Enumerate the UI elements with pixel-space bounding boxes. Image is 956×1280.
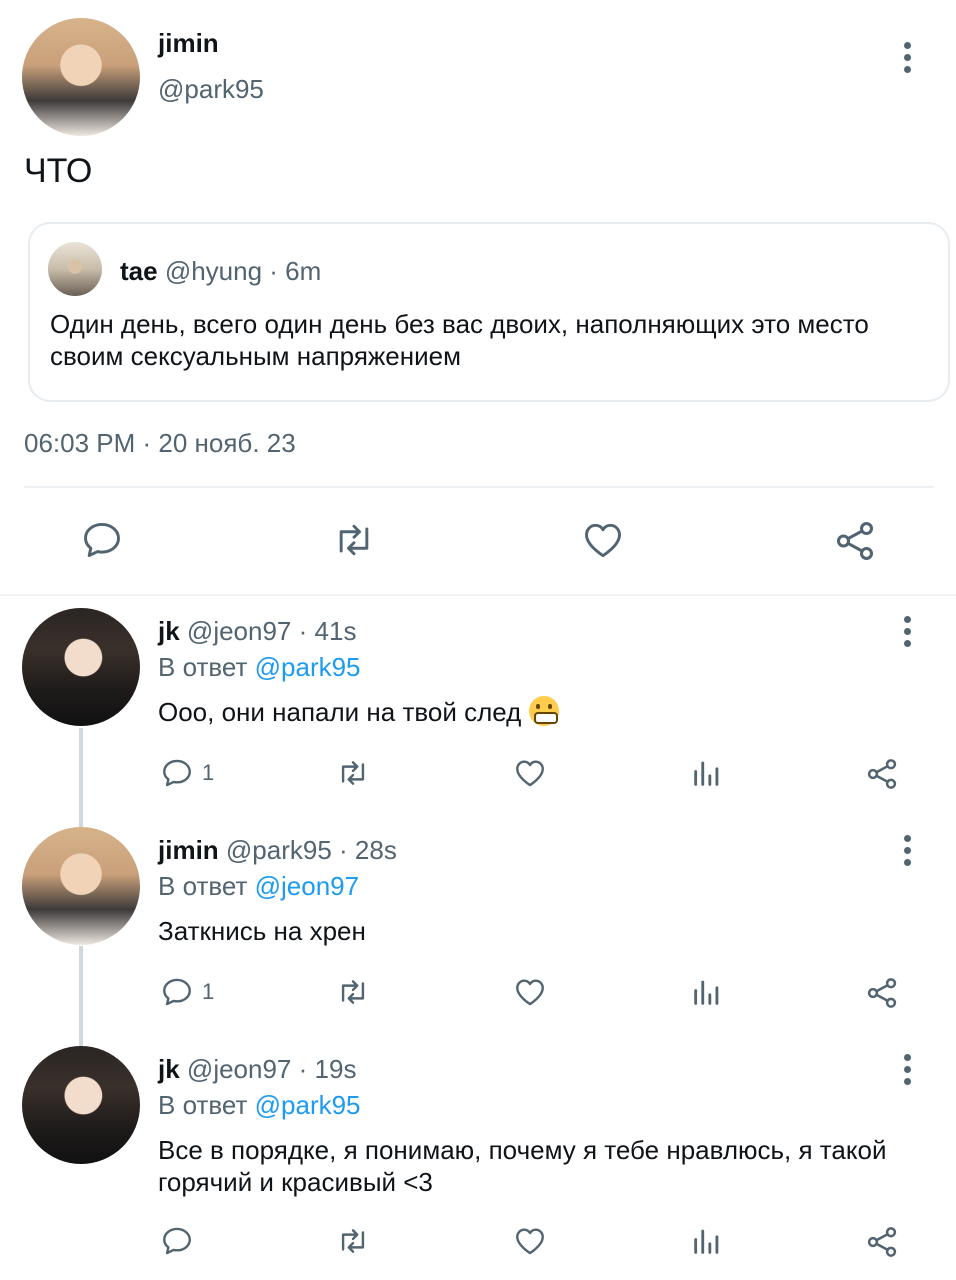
main-tweet: jimin @park95 ЧТО tae @hyung · 6m Один д… xyxy=(0,0,956,596)
avatar[interactable] xyxy=(22,608,140,726)
replying-to: В ответ @park95 xyxy=(158,1090,361,1121)
quoted-tweet[interactable]: tae @hyung · 6m Один день, всего один де… xyxy=(28,222,950,402)
reply-to-handle[interactable]: @park95 xyxy=(255,652,361,682)
reply-icon[interactable] xyxy=(160,756,194,790)
quote-time: · 6m xyxy=(269,256,322,286)
reply-meta: jk @jeon97 · 19s xyxy=(158,1054,356,1085)
reply-to-handle[interactable]: @park95 xyxy=(255,1090,361,1120)
reply-to-handle[interactable]: @jeon97 xyxy=(255,871,359,901)
avatar[interactable] xyxy=(48,242,102,296)
avatar[interactable] xyxy=(22,827,140,945)
share-icon[interactable] xyxy=(864,1224,900,1260)
quote-author-name[interactable]: tae xyxy=(120,256,158,286)
tweet-time: · 41s xyxy=(298,616,357,646)
author-name[interactable]: jimin xyxy=(158,28,219,59)
reply-meta: jk @jeon97 · 41s xyxy=(158,616,356,647)
reply-icon[interactable] xyxy=(160,975,194,1009)
share-icon[interactable] xyxy=(832,518,878,564)
reply-icon[interactable] xyxy=(80,518,124,562)
tweet-text: ЧТО xyxy=(24,152,93,190)
author-handle[interactable]: @jeon97 xyxy=(187,616,291,646)
retweet-icon[interactable] xyxy=(330,518,378,562)
author-handle[interactable]: @park95 xyxy=(226,835,332,865)
more-options-icon[interactable] xyxy=(898,1052,918,1088)
author-name[interactable]: jimin xyxy=(158,835,219,865)
quote-meta: tae @hyung · 6m xyxy=(120,256,321,287)
reply-prefix: В ответ xyxy=(158,871,248,901)
like-icon[interactable] xyxy=(580,518,626,562)
tweet-text: Заткнись на хрен xyxy=(158,916,366,946)
tweet-time: · 19s xyxy=(298,1054,357,1084)
reply-tweet[interactable]: jk @jeon97 · 41s В ответ @park95 Ооо, он… xyxy=(0,600,956,814)
reply-count: 1 xyxy=(202,979,215,1004)
retweet-icon[interactable] xyxy=(334,756,372,790)
quote-author-handle[interactable]: @hyung xyxy=(165,256,262,286)
like-icon[interactable] xyxy=(512,975,548,1009)
retweet-icon[interactable] xyxy=(334,1224,372,1258)
tweet-time: · 28s xyxy=(339,835,397,865)
reply-prefix: В ответ xyxy=(158,1090,248,1120)
quote-text: Один день, всего один день без вас двоих… xyxy=(50,309,869,371)
views-icon[interactable] xyxy=(690,975,724,1009)
avatar[interactable] xyxy=(22,18,140,136)
share-icon[interactable] xyxy=(864,756,900,792)
retweet-icon[interactable] xyxy=(334,975,372,1009)
divider xyxy=(24,486,934,488)
tweet-text: Все в порядке, я понимаю, почему я тебе … xyxy=(158,1135,887,1197)
more-options-icon[interactable] xyxy=(898,40,918,76)
author-handle[interactable]: @jeon97 xyxy=(187,1054,291,1084)
replying-to: В ответ @park95 xyxy=(158,652,361,683)
tweet-text: Ооо, они напали на твой след xyxy=(158,697,522,727)
grimacing-face-icon xyxy=(528,696,559,726)
reply-meta: jimin @park95 · 28s xyxy=(158,835,397,866)
reply-count: 1 xyxy=(202,760,215,785)
reply-tweet[interactable]: jimin @park95 · 28s В ответ @jeon97 Затк… xyxy=(0,819,956,1033)
tweet-timestamp[interactable]: 06:03 PM · 20 нояб. 23 xyxy=(24,428,296,459)
reply-tweet[interactable]: jk @jeon97 · 19s В ответ @park95 Все в п… xyxy=(0,1038,956,1280)
like-icon[interactable] xyxy=(512,1224,548,1258)
replying-to: В ответ @jeon97 xyxy=(158,871,359,902)
section-divider xyxy=(0,594,956,596)
author-handle[interactable]: @park95 xyxy=(158,74,264,105)
reply-icon[interactable] xyxy=(160,1224,194,1258)
views-icon[interactable] xyxy=(690,756,724,790)
reply-text-line: Ооо, они напали на твой след xyxy=(158,696,559,728)
author-name[interactable]: jk xyxy=(158,1054,180,1084)
avatar[interactable] xyxy=(22,1046,140,1164)
reply-prefix: В ответ xyxy=(158,652,248,682)
views-icon[interactable] xyxy=(690,1224,724,1258)
share-icon[interactable] xyxy=(864,975,900,1011)
author-name[interactable]: jk xyxy=(158,616,180,646)
like-icon[interactable] xyxy=(512,756,548,790)
more-options-icon[interactable] xyxy=(898,833,918,869)
more-options-icon[interactable] xyxy=(898,614,918,650)
